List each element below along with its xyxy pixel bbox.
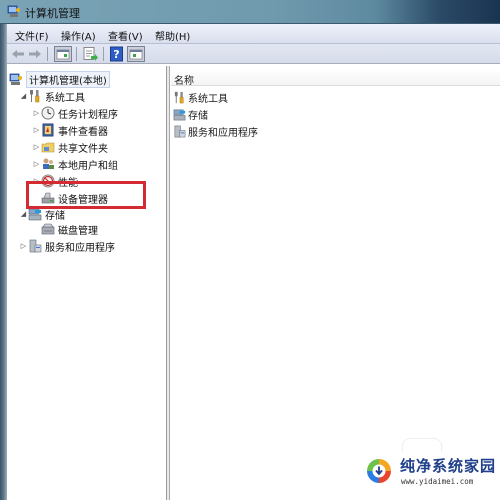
- expanded-triangle-icon[interactable]: ◢: [19, 210, 28, 218]
- list-item-services-applications[interactable]: 服务和应用程序: [173, 124, 258, 139]
- svg-text:?: ?: [113, 48, 119, 61]
- watermark-site-name: 纯净系统家园: [400, 457, 497, 475]
- toolbar-separator: [76, 47, 77, 61]
- window-titlebar[interactable]: 计算机管理: [0, 0, 500, 24]
- shared-folder-icon: [41, 142, 55, 153]
- tree-item-services-applications[interactable]: ▷ 服务和应用程序: [19, 238, 115, 254]
- toolbar-separator: [103, 47, 104, 61]
- computer-management-icon: [7, 5, 20, 17]
- column-header-name[interactable]: 名称: [171, 69, 500, 87]
- toolbar-separator: [47, 47, 48, 61]
- menu-help[interactable]: 帮助(H): [155, 28, 190, 43]
- watermark: 纯净系统家园 www.yidaimei.com: [360, 455, 500, 495]
- pane-splitter[interactable]: [167, 66, 170, 500]
- list-item-label: 系统工具: [188, 94, 228, 105]
- watermark-logo-icon: [367, 459, 391, 483]
- help-icon[interactable]: ?: [109, 46, 125, 62]
- list-item-storage[interactable]: 存储: [173, 107, 208, 122]
- collapsed-triangle-icon[interactable]: ▷: [32, 126, 41, 134]
- tree-item-label: 事件查看器: [58, 126, 108, 138]
- tree-item-label: 共享文件夹: [58, 143, 108, 155]
- services-icon: [29, 239, 42, 253]
- column-header-label: 名称: [174, 76, 194, 87]
- list-item-system-tools[interactable]: 系统工具: [173, 90, 228, 105]
- tree-item-label: 任务计划程序: [58, 109, 118, 121]
- computer-management-icon: [9, 73, 22, 85]
- menu-bar: 文件(F) 操作(A) 查看(V) 帮助(H): [7, 24, 500, 44]
- list-item-label: 服务和应用程序: [188, 128, 258, 139]
- tree-item-disk-management[interactable]: 磁盘管理: [32, 221, 98, 237]
- collapsed-triangle-icon[interactable]: ▷: [19, 242, 28, 250]
- tools-icon: [30, 90, 40, 103]
- annotation-highlight-box: [26, 181, 146, 209]
- toolbar: ?: [7, 44, 500, 64]
- export-list-icon[interactable]: [82, 46, 98, 62]
- watermark-faint-shape: [402, 438, 442, 452]
- menu-view[interactable]: 查看(V): [108, 28, 143, 43]
- watermark-site-url: www.yidaimei.com: [401, 477, 474, 486]
- storage-icon: [173, 109, 186, 121]
- clock-icon: [41, 106, 55, 120]
- event-viewer-icon: [42, 123, 54, 137]
- tree-item-shared-folders[interactable]: ▷ 共享文件夹: [32, 139, 108, 155]
- users-icon: [43, 158, 54, 169]
- console-tree-pane: 计算机管理(本地) ◢ 系统工具 ▷ 任务计划程序 ▷ 事件查看器 ▷ 共享文件…: [7, 66, 167, 500]
- tree-item-local-users-groups[interactable]: ▷ 本地用户和组: [32, 156, 118, 172]
- expanded-triangle-icon[interactable]: ◢: [19, 92, 28, 100]
- collapsed-triangle-icon[interactable]: ▷: [32, 143, 41, 151]
- tree-item-task-scheduler[interactable]: ▷ 任务计划程序: [32, 105, 118, 121]
- tools-icon: [174, 91, 184, 104]
- tree-item-system-tools[interactable]: ◢ 系统工具: [19, 88, 85, 104]
- collapsed-triangle-icon[interactable]: ▷: [32, 109, 41, 117]
- list-item-label: 存储: [188, 111, 208, 122]
- tree-item-label: 计算机管理(本地): [26, 70, 110, 88]
- storage-icon: [28, 208, 42, 221]
- disk-management-icon: [41, 223, 55, 235]
- result-list-pane: 名称 系统工具 存储 服务和应用程序: [171, 66, 500, 500]
- collapsed-triangle-icon[interactable]: ▷: [32, 160, 41, 168]
- tree-item-computer-management-local[interactable]: 计算机管理(本地): [9, 70, 110, 88]
- desktop-background-edge: [0, 0, 7, 500]
- menu-action[interactable]: 操作(A): [61, 28, 96, 43]
- services-icon: [174, 125, 186, 138]
- tree-item-label: 系统工具: [45, 92, 85, 104]
- tree-item-label: 服务和应用程序: [45, 242, 115, 254]
- tree-item-label: 磁盘管理: [58, 225, 98, 237]
- back-arrow-icon[interactable]: [10, 46, 26, 62]
- tree-item-label: 本地用户和组: [58, 160, 118, 172]
- forward-arrow-icon[interactable]: [27, 46, 43, 62]
- show-hide-console-tree-icon[interactable]: [54, 46, 72, 62]
- tree-item-event-viewer[interactable]: ▷ 事件查看器: [32, 122, 108, 138]
- show-hide-action-pane-icon[interactable]: [127, 46, 145, 62]
- menu-file[interactable]: 文件(F): [15, 28, 49, 43]
- window-title: 计算机管理: [25, 7, 80, 20]
